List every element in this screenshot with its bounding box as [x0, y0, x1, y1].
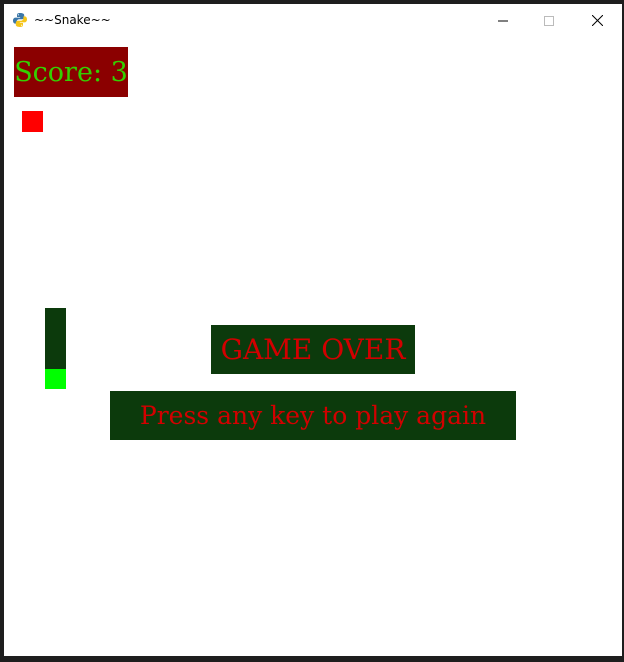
window-title: ~~Snake~~ [34, 13, 111, 27]
maximize-button[interactable] [526, 4, 572, 37]
game-canvas[interactable]: Score: 3 GAME OVER Press any key to play… [4, 37, 622, 656]
snake-head [45, 369, 66, 389]
python-icon [12, 12, 28, 28]
close-icon [591, 11, 603, 30]
game-window: ~~Snake~~ Score: 3 GAME OVER Press any k… [4, 4, 622, 656]
minimize-icon [498, 11, 508, 30]
snake-body [45, 308, 66, 369]
food-pellet [22, 111, 43, 132]
play-again-prompt: Press any key to play again [110, 391, 516, 440]
score-display: Score: 3 [14, 47, 128, 97]
minimize-button[interactable] [480, 4, 526, 37]
game-over-banner: GAME OVER [211, 325, 415, 374]
title-bar[interactable]: ~~Snake~~ [4, 4, 622, 37]
maximize-icon [544, 11, 554, 30]
close-button[interactable] [574, 4, 620, 37]
